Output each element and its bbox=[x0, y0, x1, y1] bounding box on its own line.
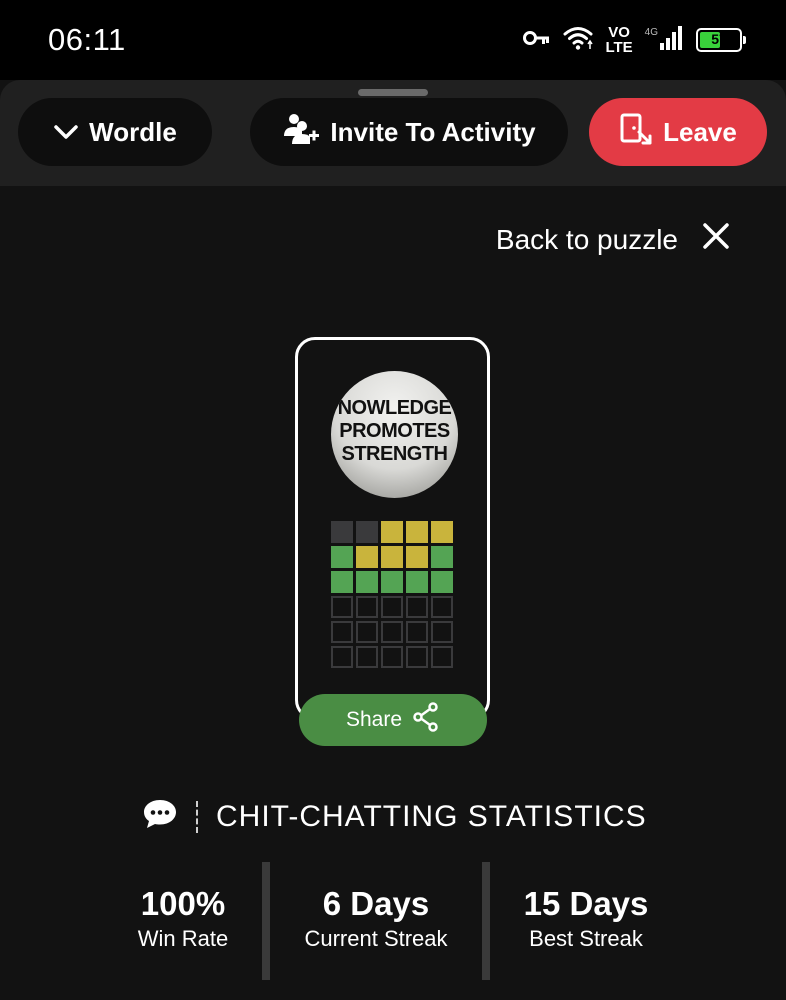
grid-tile-empty bbox=[381, 621, 403, 643]
battery-icon: 57 bbox=[696, 28, 746, 52]
grid-tile-green bbox=[431, 571, 453, 593]
network-type: VO LTE bbox=[605, 25, 632, 55]
wordle-label: Wordle bbox=[89, 116, 177, 147]
grid-tile-yellow bbox=[356, 546, 378, 568]
grid-tile-yellow bbox=[406, 521, 428, 543]
grid-tile-empty bbox=[431, 621, 453, 643]
drag-handle[interactable] bbox=[358, 89, 428, 96]
share-label: Share bbox=[345, 708, 403, 731]
grid-tile-green bbox=[331, 546, 353, 568]
grid-tile-green bbox=[356, 571, 378, 593]
stat-current-streak: 6 Days Current Streak bbox=[286, 884, 466, 954]
share-button[interactable]: Share bbox=[299, 694, 487, 746]
stat-label: Win Rate bbox=[137, 926, 229, 951]
avatar: NOWLEDGE PROMOTES STRENGTH bbox=[331, 371, 458, 498]
avatar-line: NOWLEDGE bbox=[337, 397, 452, 419]
stat-divider bbox=[482, 862, 490, 980]
stats-header: CHIT-CHATTING STATISTICS bbox=[142, 798, 647, 835]
leave-label: Leave bbox=[663, 116, 737, 147]
status-bar: 06:11 VO LTE 4G 57 bbox=[0, 0, 786, 80]
share-icon bbox=[412, 702, 440, 738]
network-small: 4G bbox=[644, 26, 658, 38]
network-top: VO bbox=[608, 24, 630, 41]
add-people-icon bbox=[282, 112, 320, 153]
avatar-line: STRENGTH bbox=[341, 443, 449, 465]
invite-label: Invite To Activity bbox=[330, 116, 536, 147]
activity-bar: Wordle Invite To Activity Leave bbox=[0, 80, 786, 186]
leave-button[interactable]: Leave bbox=[589, 98, 767, 166]
stats-divider bbox=[196, 800, 198, 833]
wordle-grid bbox=[331, 521, 453, 668]
grid-tile-yellow bbox=[381, 546, 403, 568]
close-icon[interactable] bbox=[702, 222, 730, 257]
grid-tile-empty bbox=[406, 621, 428, 643]
status-time: 06:11 bbox=[48, 22, 126, 57]
avatar-line: PROMOTES bbox=[339, 420, 450, 442]
back-to-puzzle-link[interactable]: Back to puzzle bbox=[496, 222, 730, 257]
back-to-puzzle-label: Back to puzzle bbox=[495, 223, 678, 255]
grid-tile-empty bbox=[381, 646, 403, 668]
stat-label: Best Streak bbox=[529, 926, 643, 951]
grid-tile-empty bbox=[331, 596, 353, 618]
grid-tile-yellow bbox=[406, 546, 428, 568]
grid-tile-gray bbox=[356, 521, 378, 543]
grid-tile-gray bbox=[331, 521, 353, 543]
signal-icon bbox=[660, 25, 684, 56]
grid-tile-green bbox=[431, 546, 453, 568]
grid-tile-green bbox=[331, 571, 353, 593]
grid-tile-empty bbox=[356, 646, 378, 668]
grid-tile-empty bbox=[406, 646, 428, 668]
avatar-text: NOWLEDGE PROMOTES STRENGTH bbox=[331, 397, 458, 466]
grid-tile-empty bbox=[356, 621, 378, 643]
wifi-icon bbox=[563, 25, 594, 56]
grid-tile-empty bbox=[331, 646, 353, 668]
grid-tile-yellow bbox=[431, 521, 453, 543]
key-icon bbox=[523, 29, 551, 52]
grid-tile-empty bbox=[406, 596, 428, 618]
grid-tile-yellow bbox=[381, 521, 403, 543]
grid-tile-empty bbox=[431, 646, 453, 668]
stat-label: Current Streak bbox=[304, 926, 448, 951]
stat-value: 6 Days bbox=[322, 885, 430, 922]
grid-tile-empty bbox=[431, 596, 453, 618]
network-bottom: LTE bbox=[605, 39, 633, 56]
leave-door-icon bbox=[619, 112, 653, 153]
grid-tile-empty bbox=[331, 621, 353, 643]
stat-best-streak: 15 Days Best Streak bbox=[506, 884, 666, 954]
battery-level: 57 bbox=[711, 31, 727, 47]
chat-bubble-icon bbox=[142, 798, 178, 835]
stat-divider bbox=[262, 862, 270, 980]
stat-win-rate: 100% Win Rate bbox=[108, 884, 258, 954]
invite-to-activity-button[interactable]: Invite To Activity bbox=[250, 98, 568, 166]
wordle-activity-dropdown[interactable]: Wordle bbox=[18, 98, 212, 166]
grid-tile-green bbox=[406, 571, 428, 593]
chevron-down-icon bbox=[53, 117, 79, 148]
status-icons: VO LTE 4G 57 bbox=[523, 20, 746, 60]
grid-tile-empty bbox=[381, 596, 403, 618]
grid-tile-empty bbox=[356, 596, 378, 618]
stat-value: 100% bbox=[140, 885, 226, 922]
stats-title: CHIT-CHATTING STATISTICS bbox=[216, 799, 647, 833]
grid-tile-green bbox=[381, 571, 403, 593]
stat-value: 15 Days bbox=[523, 885, 649, 922]
